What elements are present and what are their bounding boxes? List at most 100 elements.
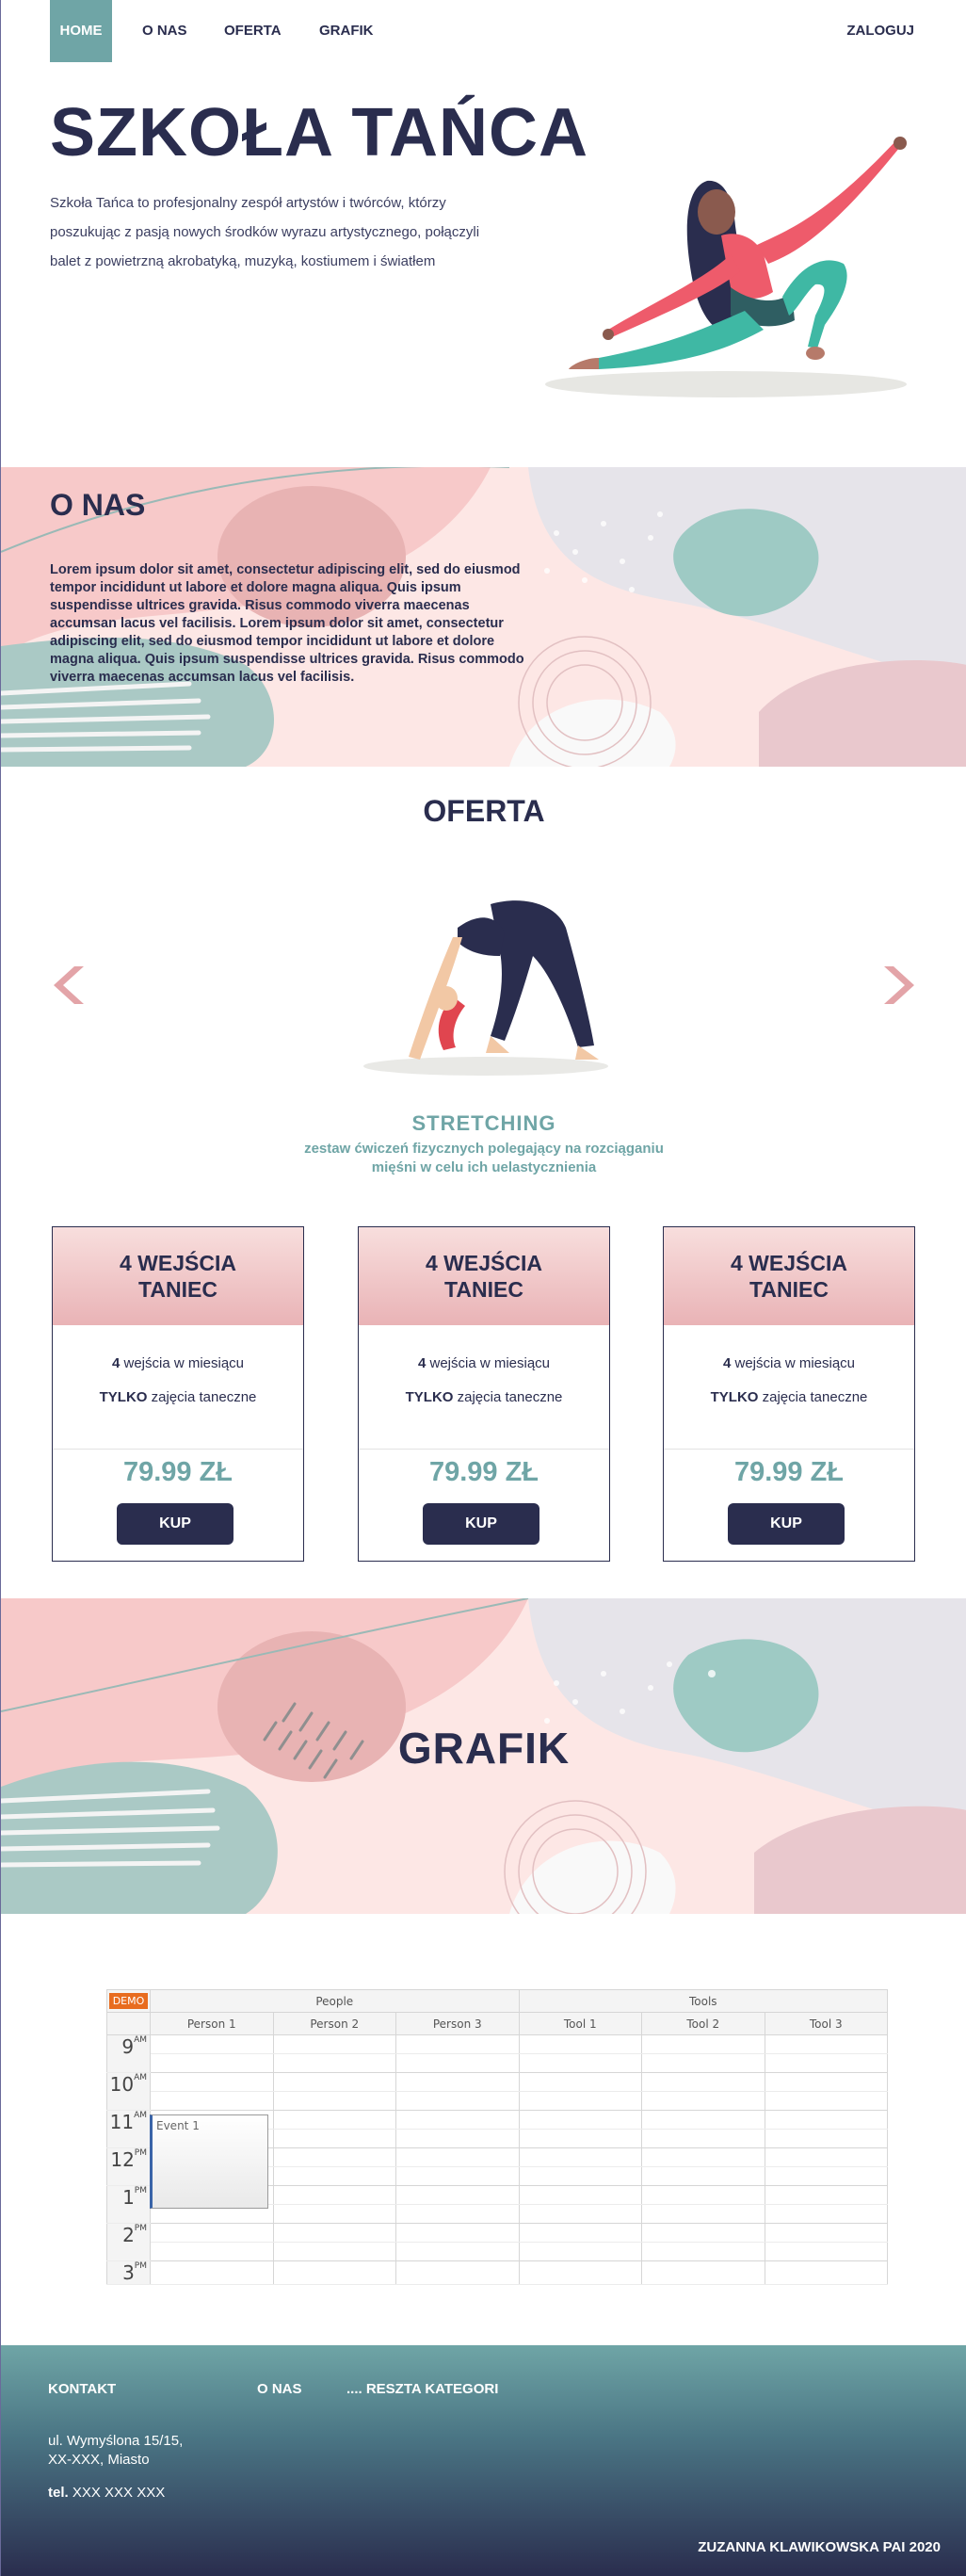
time-slot[interactable] <box>272 2053 396 2073</box>
time-slot[interactable] <box>764 2242 888 2261</box>
time-slot[interactable] <box>764 2204 888 2224</box>
time-slot[interactable] <box>395 2091 520 2111</box>
buy-button[interactable]: KUP <box>423 1503 539 1545</box>
time-slot[interactable] <box>518 2223 642 2243</box>
time-slot[interactable] <box>272 2242 396 2261</box>
time-slot[interactable] <box>518 2204 642 2224</box>
time-slot[interactable] <box>641 2034 765 2054</box>
time-slot[interactable] <box>764 2260 888 2285</box>
nav-schedule[interactable]: GRAFIK <box>319 0 374 62</box>
time-slot[interactable] <box>641 2072 765 2092</box>
time-slot[interactable] <box>150 2223 274 2243</box>
time-slot[interactable] <box>272 2072 396 2092</box>
time-slot[interactable] <box>641 2185 765 2205</box>
time-slot[interactable] <box>272 2129 396 2148</box>
footer-more-link[interactable]: .... RESZTA KATEGORI <box>346 2381 498 2397</box>
time-slot[interactable] <box>518 2242 642 2261</box>
time-slot[interactable] <box>764 2034 888 2054</box>
time-slot[interactable] <box>395 2166 520 2186</box>
time-slot[interactable] <box>641 2204 765 2224</box>
time-slot[interactable] <box>272 2223 396 2243</box>
demo-badge: DEMO <box>108 1993 149 2009</box>
time-slot[interactable] <box>272 2110 396 2130</box>
time-slot[interactable] <box>395 2072 520 2092</box>
time-slot[interactable] <box>395 2147 520 2167</box>
nav-offer[interactable]: OFERTA <box>224 0 282 62</box>
time-slot[interactable] <box>395 2185 520 2205</box>
time-slot[interactable] <box>518 2129 642 2148</box>
time-slot[interactable] <box>395 2260 520 2285</box>
carousel-next-arrow-icon[interactable] <box>880 964 918 1006</box>
nav-login[interactable]: ZALOGUJ <box>846 0 914 62</box>
time-slot[interactable] <box>641 2166 765 2186</box>
time-slot[interactable] <box>272 2034 396 2054</box>
time-slot[interactable] <box>764 2091 888 2111</box>
footer-contact-link[interactable]: KONTAKT <box>48 2381 116 2397</box>
time-slot[interactable] <box>272 2166 396 2186</box>
time-slot[interactable] <box>150 2242 274 2261</box>
time-slot[interactable] <box>518 2053 642 2073</box>
time-slot[interactable] <box>272 2147 396 2167</box>
time-slot[interactable] <box>641 2260 765 2285</box>
time-slot[interactable] <box>272 2185 396 2205</box>
time-slot[interactable] <box>518 2034 642 2054</box>
nav-about[interactable]: O NAS <box>142 0 187 62</box>
time-slot[interactable] <box>518 2091 642 2111</box>
time-slot[interactable] <box>641 2129 765 2148</box>
time-slot[interactable] <box>764 2147 888 2167</box>
time-slot[interactable] <box>395 2242 520 2261</box>
time-slot[interactable] <box>518 2185 642 2205</box>
time-slot[interactable] <box>641 2091 765 2111</box>
slide-description: zestaw ćwiczeń fizycznych polegający na … <box>304 1141 664 1175</box>
buy-button[interactable]: KUP <box>728 1503 845 1545</box>
time-slot[interactable] <box>150 2091 274 2111</box>
time-slot[interactable] <box>641 2147 765 2167</box>
time-slot[interactable] <box>764 2110 888 2130</box>
time-slot[interactable] <box>518 2072 642 2092</box>
time-slot[interactable] <box>395 2110 520 2130</box>
time-slot[interactable] <box>641 2223 765 2243</box>
calendar-event[interactable]: Event 1 <box>150 2114 268 2209</box>
time-slot[interactable] <box>395 2034 520 2054</box>
footer-about-link[interactable]: O NAS <box>257 2381 302 2397</box>
offer-title: OFERTA <box>423 794 545 828</box>
carousel-prev-arrow-icon[interactable] <box>50 964 88 1006</box>
time-slot[interactable] <box>395 2204 520 2224</box>
time-slot[interactable] <box>518 2147 642 2167</box>
time-header <box>106 2012 151 2035</box>
time-slot[interactable] <box>641 2053 765 2073</box>
time-slot[interactable] <box>764 2185 888 2205</box>
time-slot[interactable] <box>272 2204 396 2224</box>
time-slot[interactable] <box>764 2129 888 2148</box>
time-slot[interactable] <box>764 2072 888 2092</box>
top-nav: HOME O NAS OFERTA GRAFIK ZALOGUJ <box>1 0 966 62</box>
card-price: 79.99 ZŁ <box>733 1457 845 1487</box>
time-slot[interactable] <box>150 2072 274 2092</box>
time-slot[interactable] <box>150 2034 274 2054</box>
time-slot[interactable] <box>395 2223 520 2243</box>
buy-button[interactable]: KUP <box>117 1503 233 1545</box>
time-slot[interactable] <box>764 2053 888 2073</box>
time-slot[interactable] <box>150 2260 274 2285</box>
group-header: Tools <box>518 1989 888 2013</box>
time-slot[interactable] <box>518 2166 642 2186</box>
card-entries: 4 wejścia w miesiącu <box>417 1355 551 1371</box>
stretching-illustration <box>363 900 608 1076</box>
card-divider <box>53 1449 303 1450</box>
time-slot[interactable] <box>150 2053 274 2073</box>
nav-home[interactable]: HOME <box>50 0 112 62</box>
time-slot[interactable] <box>764 2166 888 2186</box>
card-title: 4 WEJŚCIA TANIEC <box>53 1227 303 1325</box>
about-title: O NAS <box>50 488 146 522</box>
time-slot[interactable] <box>395 2053 520 2073</box>
time-slot[interactable] <box>518 2260 642 2285</box>
pricing-card: 4 WEJŚCIA TANIEC 4 wejścia w miesiącu TYL… <box>663 1226 915 1562</box>
time-slot[interactable] <box>764 2223 888 2243</box>
time-slot[interactable] <box>395 2129 520 2148</box>
time-slot[interactable] <box>641 2242 765 2261</box>
time-slot[interactable] <box>518 2110 642 2130</box>
time-slot[interactable] <box>272 2260 396 2285</box>
time-slot[interactable] <box>641 2110 765 2130</box>
time-slot[interactable] <box>272 2091 396 2111</box>
pricing-card: 4 WEJŚCIA TANIEC 4 wejścia w miesiącu TYL… <box>52 1226 304 1562</box>
